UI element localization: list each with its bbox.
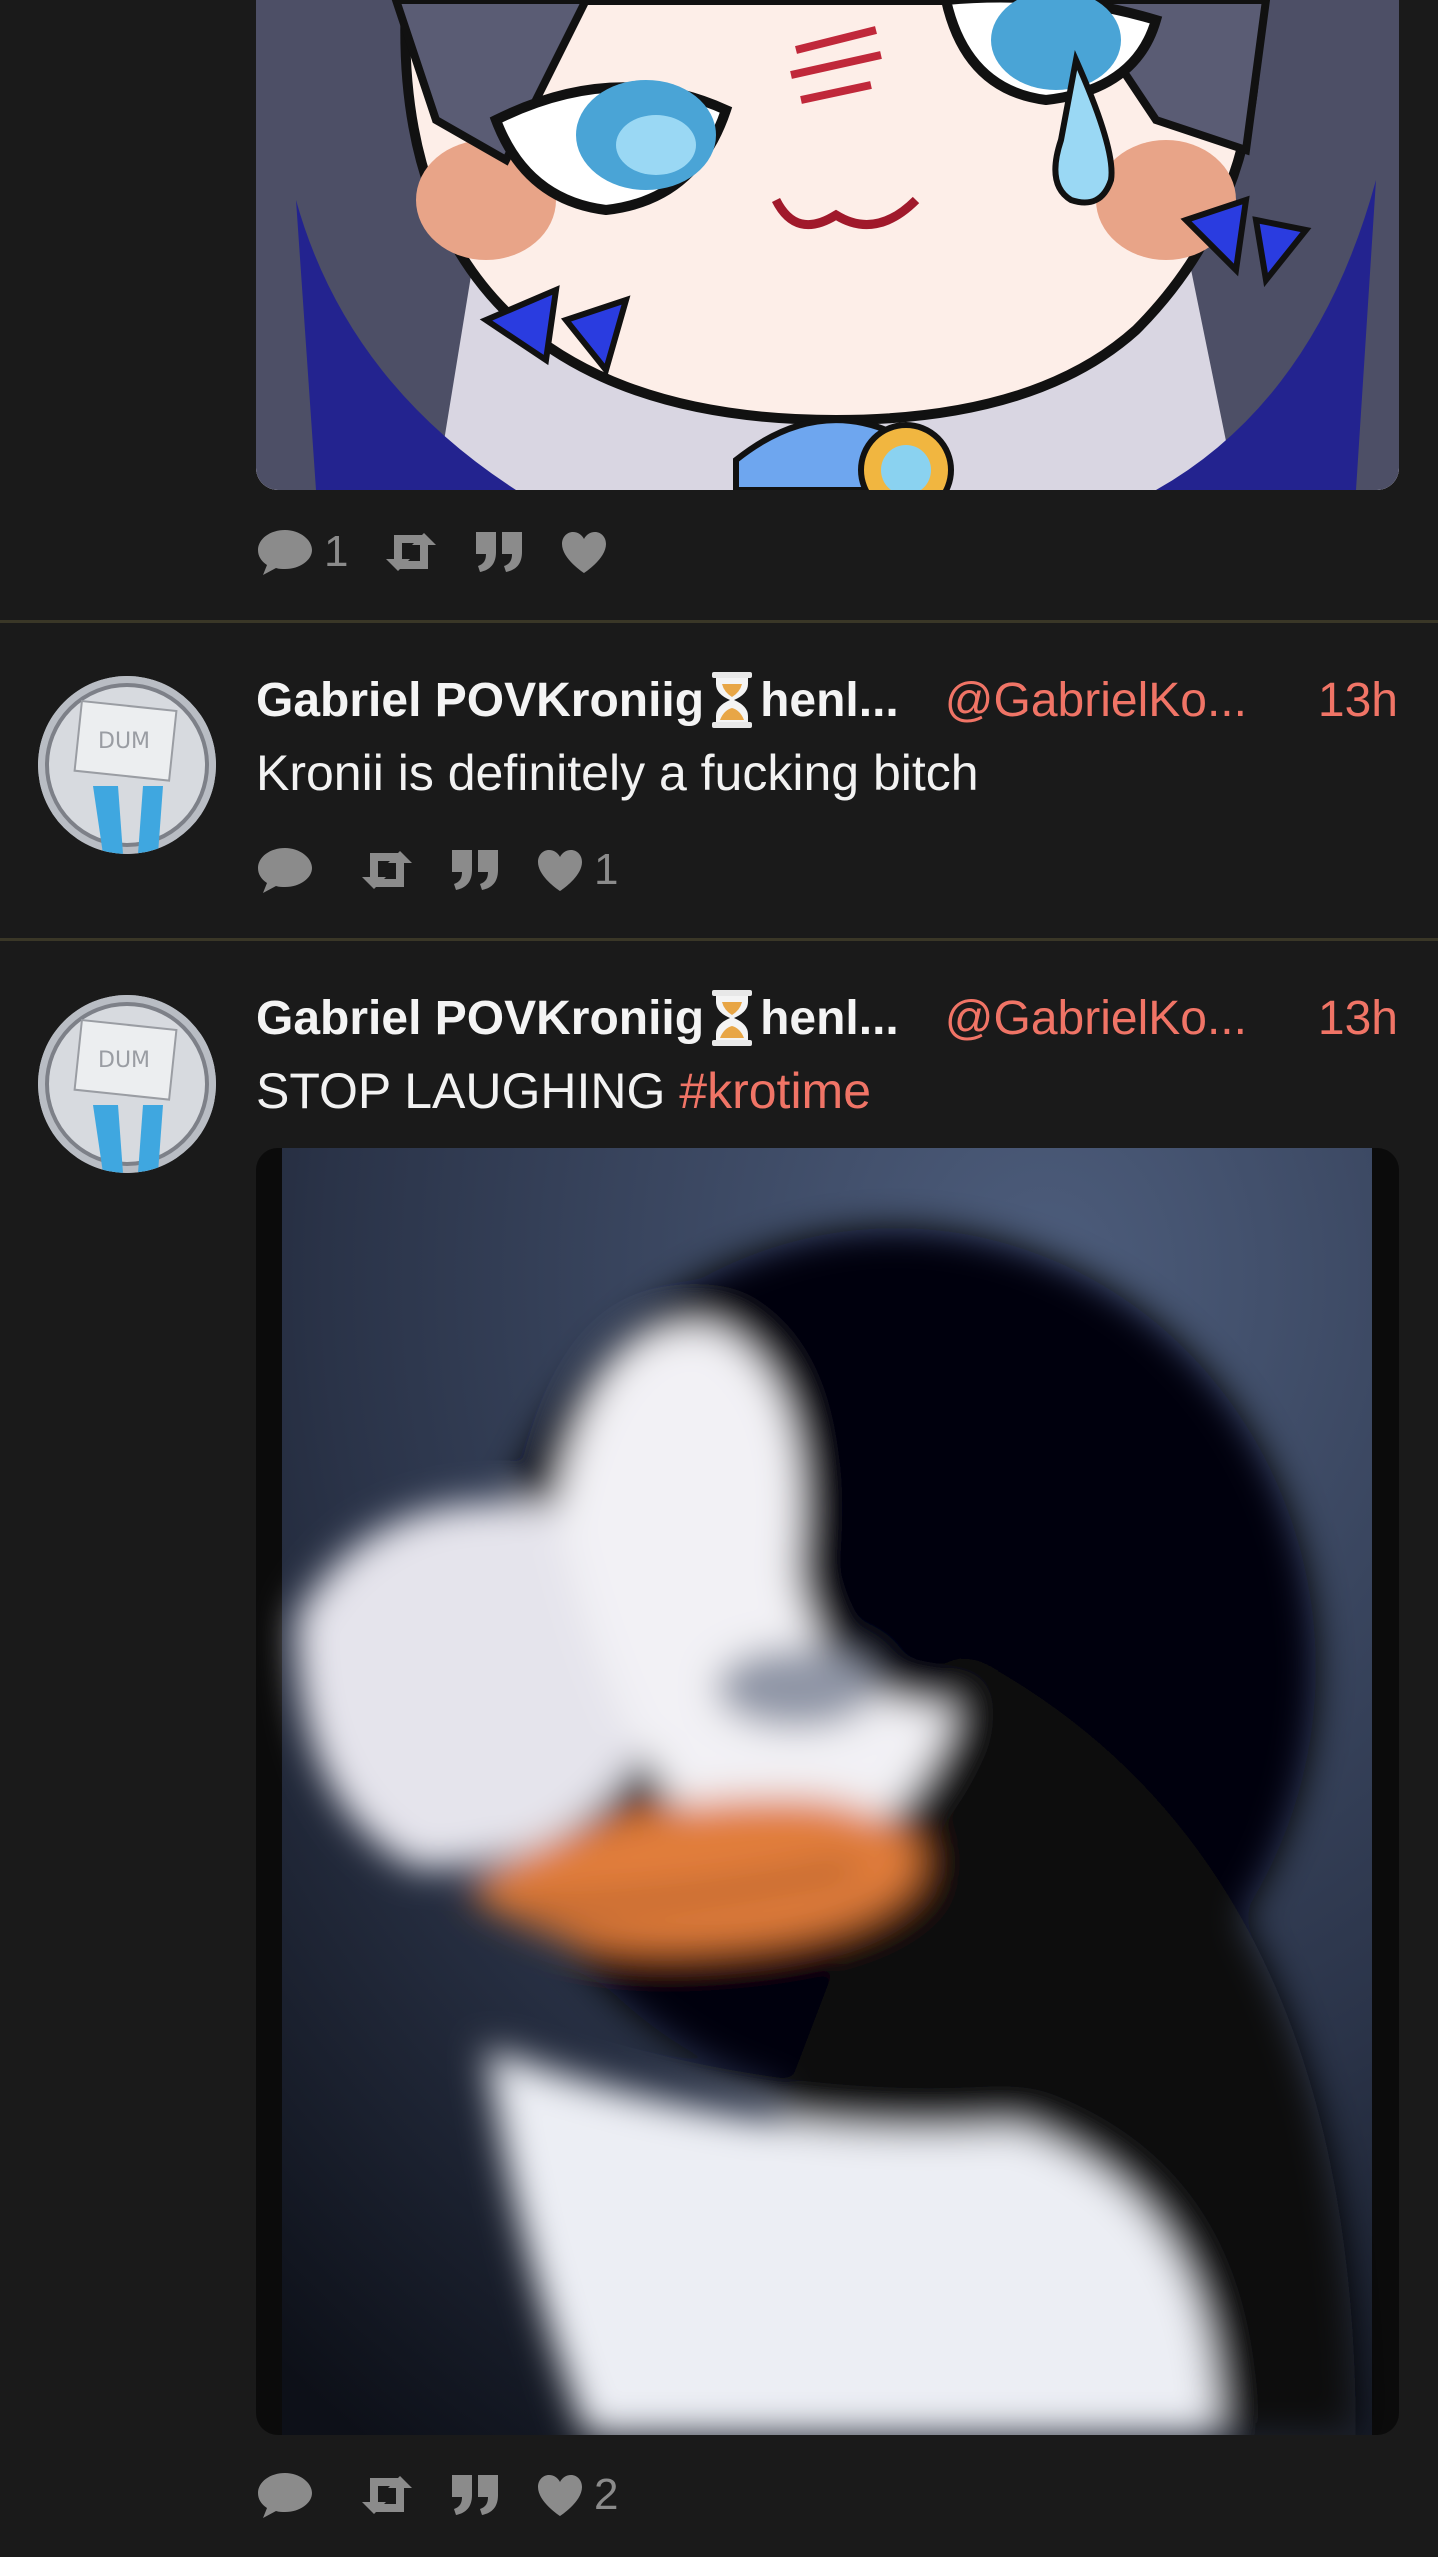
boost-button[interactable] (360, 2465, 414, 2525)
post-divider (0, 620, 1438, 623)
display-name-tail: henl... (760, 673, 899, 727)
account-handle[interactable]: @GabrielKo... (945, 673, 1247, 728)
reply-icon (258, 530, 312, 575)
boost-icon (386, 533, 437, 571)
svg-text:DUM: DUM (98, 729, 150, 754)
reply-button[interactable] (256, 2465, 324, 2525)
boost-icon (362, 2476, 412, 2514)
quote-button[interactable] (450, 2465, 500, 2525)
post-content: Kronii is definitely a fucking bitch (256, 745, 979, 801)
quote-button[interactable] (474, 522, 524, 582)
boost-button[interactable] (384, 522, 438, 582)
favourite-count: 2 (594, 2470, 619, 2519)
boost-icon (362, 851, 412, 889)
heart-icon (538, 850, 582, 891)
quote-icon (476, 532, 523, 572)
hashtag-link[interactable]: #krotime (679, 1063, 871, 1119)
quote-icon (452, 2475, 498, 2515)
display-name-tail: henl... (760, 991, 899, 1045)
avatar-image: DUM (38, 995, 216, 1173)
anime-character-image (256, 0, 1399, 490)
hourglass-icon (712, 672, 753, 728)
reply-count: 1 (324, 527, 349, 576)
post-header: Gabriel POVKroniig henl... @GabrielKo...… (256, 986, 1398, 1050)
favourite-button[interactable]: 2 (536, 2465, 618, 2525)
boost-button[interactable] (360, 840, 414, 900)
favourite-button[interactable]: 1 (536, 840, 618, 900)
reply-button[interactable]: 1 (256, 522, 348, 582)
timeline-feed: 1 DUM Gabriel POVKroniig henl... @Gabrie… (0, 0, 1438, 2557)
penguin-image (282, 1148, 1372, 2435)
post-actions: 1 (256, 840, 654, 900)
post-divider (0, 938, 1438, 941)
display-name[interactable]: Gabriel POVKroniig henl... (256, 670, 899, 730)
reply-icon (258, 2473, 312, 2518)
reply-button[interactable] (256, 840, 324, 900)
avatar[interactable]: DUM (38, 995, 216, 1173)
svg-text:DUM: DUM (98, 1048, 150, 1073)
favourite-button[interactable] (560, 522, 618, 582)
post-content-text: STOP LAUGHING (256, 1063, 666, 1119)
heart-icon (538, 2475, 582, 2516)
reply-icon (258, 848, 312, 893)
hourglass-icon (712, 990, 753, 1046)
post-media-image[interactable] (256, 0, 1399, 490)
favourite-count: 1 (594, 845, 619, 894)
post-actions: 2 (256, 2465, 654, 2525)
heart-icon (562, 532, 607, 573)
post-timestamp[interactable]: 13h (1318, 991, 1398, 1046)
quote-icon (452, 850, 498, 890)
display-name-text: Gabriel POVKroniig (256, 673, 705, 727)
post-timestamp[interactable]: 13h (1318, 673, 1398, 728)
post-content: STOP LAUGHING #krotime (256, 1062, 871, 1120)
display-name[interactable]: Gabriel POVKroniig henl... (256, 988, 899, 1048)
post-header: Gabriel POVKroniig henl... @GabrielKo...… (256, 668, 1398, 732)
avatar[interactable]: DUM (38, 676, 216, 854)
post-media-image[interactable] (256, 1148, 1399, 2435)
account-handle[interactable]: @GabrielKo... (945, 991, 1247, 1046)
quote-button[interactable] (450, 840, 500, 900)
display-name-text: Gabriel POVKroniig (256, 991, 705, 1045)
avatar-image: DUM (38, 676, 216, 854)
post-actions: 1 (256, 522, 654, 582)
